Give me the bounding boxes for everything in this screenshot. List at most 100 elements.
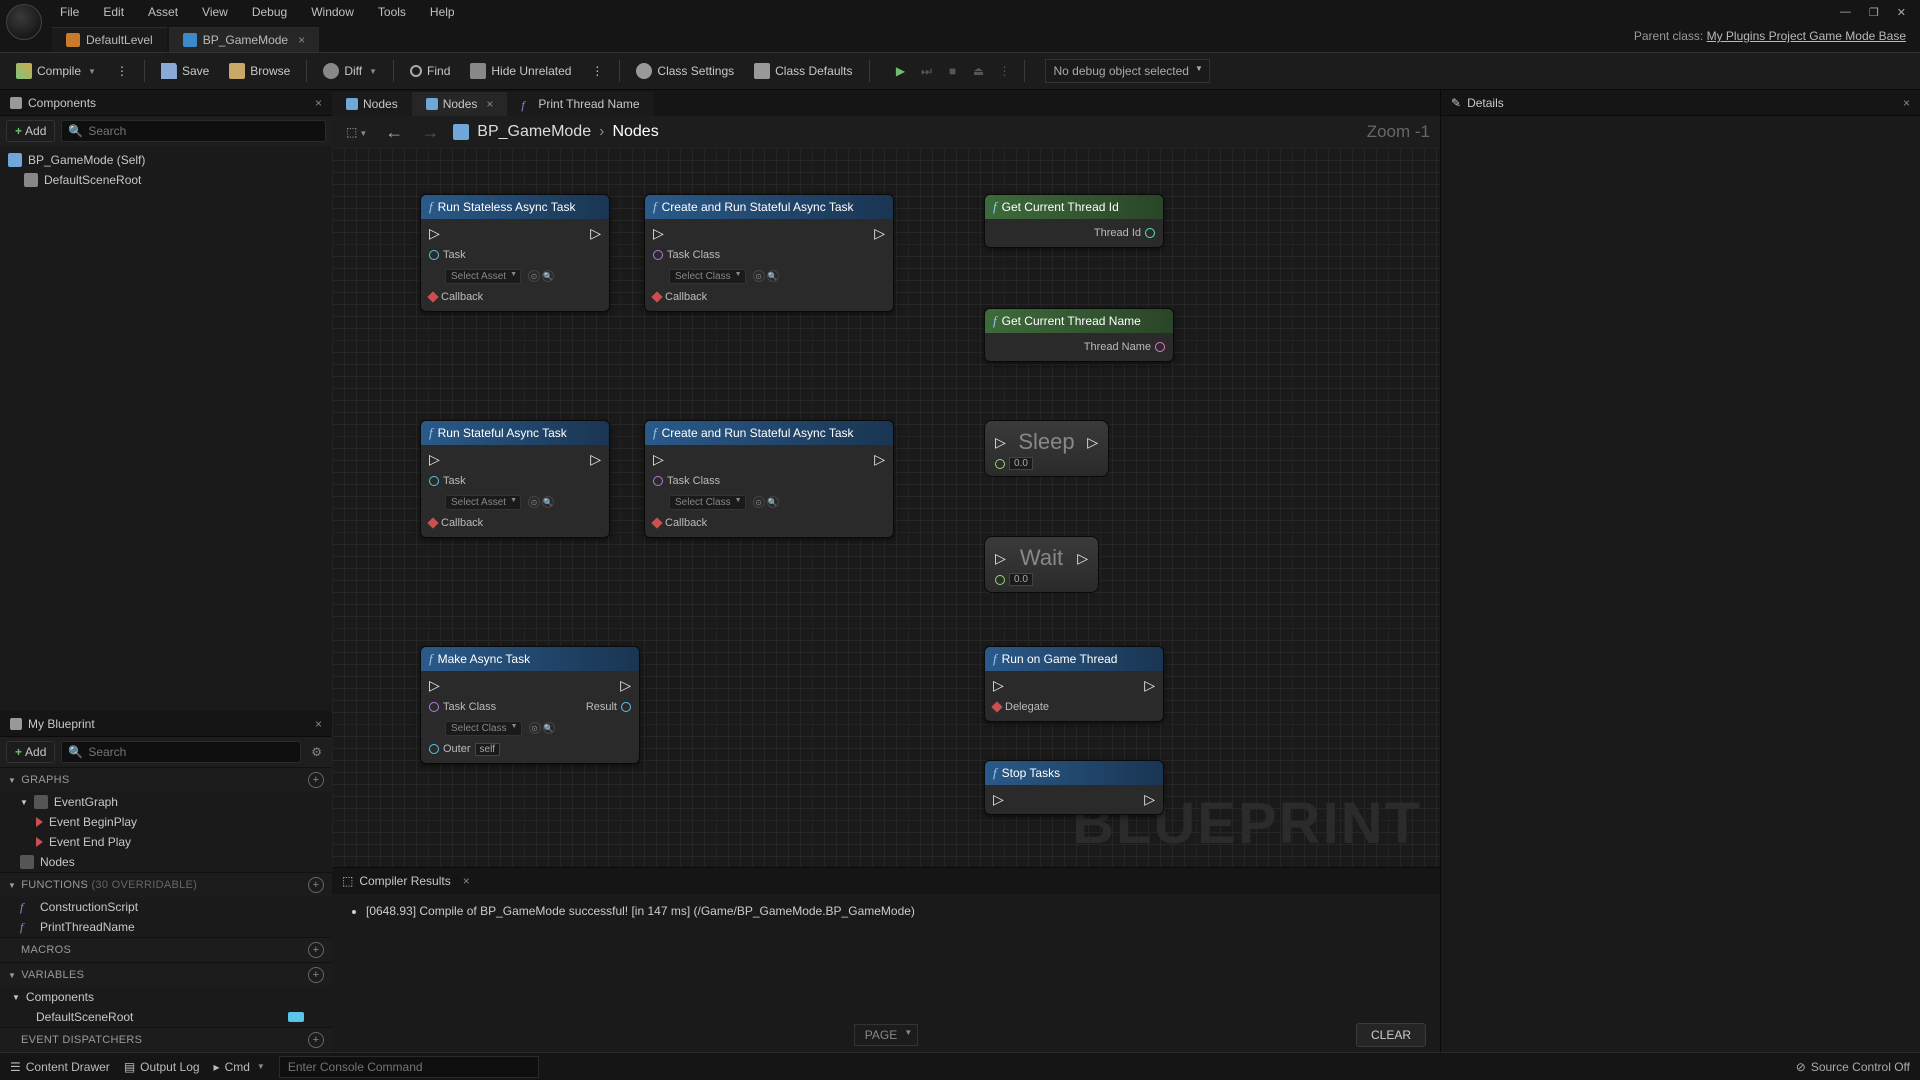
file-tab-bp-gamemode[interactable]: BP_GameMode ×	[169, 27, 319, 52]
node-wait[interactable]: ▷Wait▷ 0.0	[984, 536, 1099, 593]
play-options-button[interactable]: ⋮	[994, 60, 1016, 82]
compile-options-button[interactable]: ⋮	[108, 59, 136, 83]
ue-logo-icon[interactable]	[6, 4, 42, 40]
maximize-button[interactable]: ❐	[1869, 6, 1879, 19]
delegate-pin[interactable]	[991, 701, 1002, 712]
console-input[interactable]	[279, 1056, 539, 1078]
graph-canvas[interactable]: BLUEPRINT fRun Stateless Async Task ▷▷ T…	[332, 148, 1440, 867]
components-search[interactable]: 🔍	[61, 120, 326, 142]
exec-in-pin[interactable]: ▷	[653, 451, 664, 468]
menu-debug[interactable]: Debug	[240, 2, 299, 22]
menu-edit[interactable]: Edit	[91, 2, 136, 22]
step-button[interactable]: ⏭	[916, 60, 938, 82]
class-pin[interactable]	[653, 476, 663, 486]
close-tab-button[interactable]: ×	[486, 97, 493, 111]
exec-out-pin[interactable]: ▷	[1077, 545, 1088, 571]
source-control-button[interactable]: ⊘Source Control Off	[1796, 1060, 1910, 1074]
exec-in-pin[interactable]: ▷	[995, 545, 1006, 571]
exec-in-pin[interactable]: ▷	[429, 225, 440, 242]
value-input[interactable]: 0.0	[1009, 457, 1033, 470]
close-panel-button[interactable]: ×	[463, 874, 470, 888]
hide-unrelated-button[interactable]: Hide Unrelated	[462, 58, 579, 84]
close-button[interactable]: ✕	[1897, 6, 1906, 19]
hide-options-button[interactable]: ⋮	[583, 59, 611, 83]
exec-out-pin[interactable]: ▷	[874, 225, 885, 242]
exec-in-pin[interactable]: ▷	[429, 677, 440, 694]
function-printthreadname[interactable]: fPrintThreadName	[0, 917, 332, 937]
exec-in-pin[interactable]: ▷	[995, 429, 1006, 455]
exec-in-pin[interactable]: ▷	[429, 451, 440, 468]
variables-components-group[interactable]: ▼Components	[0, 987, 332, 1007]
blueprint-search[interactable]: 🔍	[61, 741, 301, 763]
minimize-button[interactable]: —	[1840, 6, 1851, 19]
graphs-section-header[interactable]: ▼GRAPHS+	[0, 768, 332, 792]
close-tab-button[interactable]: ×	[298, 33, 305, 47]
node-run-stateful-async[interactable]: fRun Stateful Async Task ▷▷ Task Select …	[420, 420, 610, 538]
content-drawer-button[interactable]: ☰Content Drawer	[10, 1060, 110, 1074]
add-macro-button[interactable]: +	[308, 942, 324, 958]
class-select[interactable]: Select Class	[669, 495, 746, 510]
asset-select[interactable]: Select Asset	[445, 269, 521, 284]
compile-button[interactable]: Compile▼	[8, 58, 104, 84]
event-beginplay[interactable]: Event BeginPlay	[0, 812, 332, 832]
class-settings-button[interactable]: Class Settings	[628, 58, 742, 84]
variable-defaultsceneroot[interactable]: DefaultSceneRoot	[0, 1007, 332, 1027]
object-out-pin[interactable]	[621, 702, 631, 712]
file-tab-defaultlevel[interactable]: DefaultLevel	[52, 27, 167, 52]
nav-back-button[interactable]: ←	[381, 120, 407, 145]
delegate-pin[interactable]	[651, 291, 662, 302]
function-constructionscript[interactable]: fConstructionScript	[0, 897, 332, 917]
breadcrumb-root[interactable]: BP_GameMode	[477, 123, 591, 141]
output-log-button[interactable]: ▤Output Log	[124, 1060, 200, 1074]
node-stop-tasks[interactable]: fStop Tasks ▷▷	[984, 760, 1164, 815]
node-run-stateless-async[interactable]: fRun Stateless Async Task ▷▷ Task Select…	[420, 194, 610, 312]
exec-out-pin[interactable]: ▷	[590, 225, 601, 242]
details-panel-tab[interactable]: ✎ Details ×	[1441, 90, 1920, 116]
self-value[interactable]: self	[475, 743, 501, 756]
class-pin[interactable]	[429, 702, 439, 712]
parent-class-link[interactable]: My Plugins Project Game Mode Base	[1707, 29, 1906, 43]
menu-window[interactable]: Window	[299, 2, 366, 22]
node-get-thread-id[interactable]: fGet Current Thread Id Thread Id	[984, 194, 1164, 248]
node-create-run-stateful-1[interactable]: fCreate and Run Stateful Async Task ▷▷ T…	[644, 194, 894, 312]
components-panel-tab[interactable]: Components ×	[0, 90, 332, 116]
graph-menu-button[interactable]: ⬚▼	[342, 123, 371, 141]
node-run-on-game-thread[interactable]: fRun on Game Thread ▷▷ Delegate	[984, 646, 1164, 722]
string-pin[interactable]	[1155, 342, 1165, 352]
page-select[interactable]: PAGE	[854, 1024, 918, 1046]
graph-nodes[interactable]: Nodes	[0, 852, 332, 872]
component-self[interactable]: BP_GameMode (Self)	[0, 150, 332, 170]
node-make-async-task[interactable]: fMake Async Task ▷▷ Task ClassResult Sel…	[420, 646, 640, 764]
add-blueprint-button[interactable]: +Add	[6, 741, 55, 763]
find-button[interactable]: Find	[402, 59, 458, 83]
component-scene-root[interactable]: DefaultSceneRoot	[0, 170, 332, 190]
browse-button[interactable]: Browse	[221, 58, 298, 84]
cmd-button[interactable]: ▸Cmd▼	[214, 1060, 265, 1074]
float-pin[interactable]	[995, 459, 1005, 469]
exec-out-pin[interactable]: ▷	[1144, 791, 1155, 808]
blueprint-settings-button[interactable]: ⚙	[307, 745, 326, 759]
add-variable-button[interactable]: +	[308, 967, 324, 983]
class-select[interactable]: Select Class	[669, 269, 746, 284]
diff-button[interactable]: Diff▼	[315, 58, 385, 84]
node-get-thread-name[interactable]: fGet Current Thread Name Thread Name	[984, 308, 1174, 362]
exec-in-pin[interactable]: ▷	[993, 677, 1004, 694]
value-input[interactable]: 0.0	[1009, 573, 1033, 586]
components-search-input[interactable]	[88, 124, 319, 138]
my-blueprint-tab[interactable]: My Blueprint ×	[0, 711, 332, 737]
stop-button[interactable]: ■	[942, 60, 964, 82]
exec-out-pin[interactable]: ▷	[590, 451, 601, 468]
exec-in-pin[interactable]: ▷	[993, 791, 1004, 808]
exec-in-pin[interactable]: ▷	[653, 225, 664, 242]
add-graph-button[interactable]: +	[308, 772, 324, 788]
clear-button[interactable]: CLEAR	[1356, 1023, 1426, 1047]
object-pin[interactable]	[429, 476, 439, 486]
debug-object-select[interactable]: No debug object selected	[1045, 59, 1210, 83]
object-pin[interactable]	[429, 250, 439, 260]
blueprint-search-input[interactable]	[88, 745, 294, 759]
delegate-pin[interactable]	[427, 291, 438, 302]
int-pin[interactable]	[1145, 228, 1155, 238]
class-pin[interactable]	[653, 250, 663, 260]
save-button[interactable]: Save	[153, 58, 217, 84]
dispatchers-section-header[interactable]: EVENT DISPATCHERS+	[0, 1028, 332, 1052]
